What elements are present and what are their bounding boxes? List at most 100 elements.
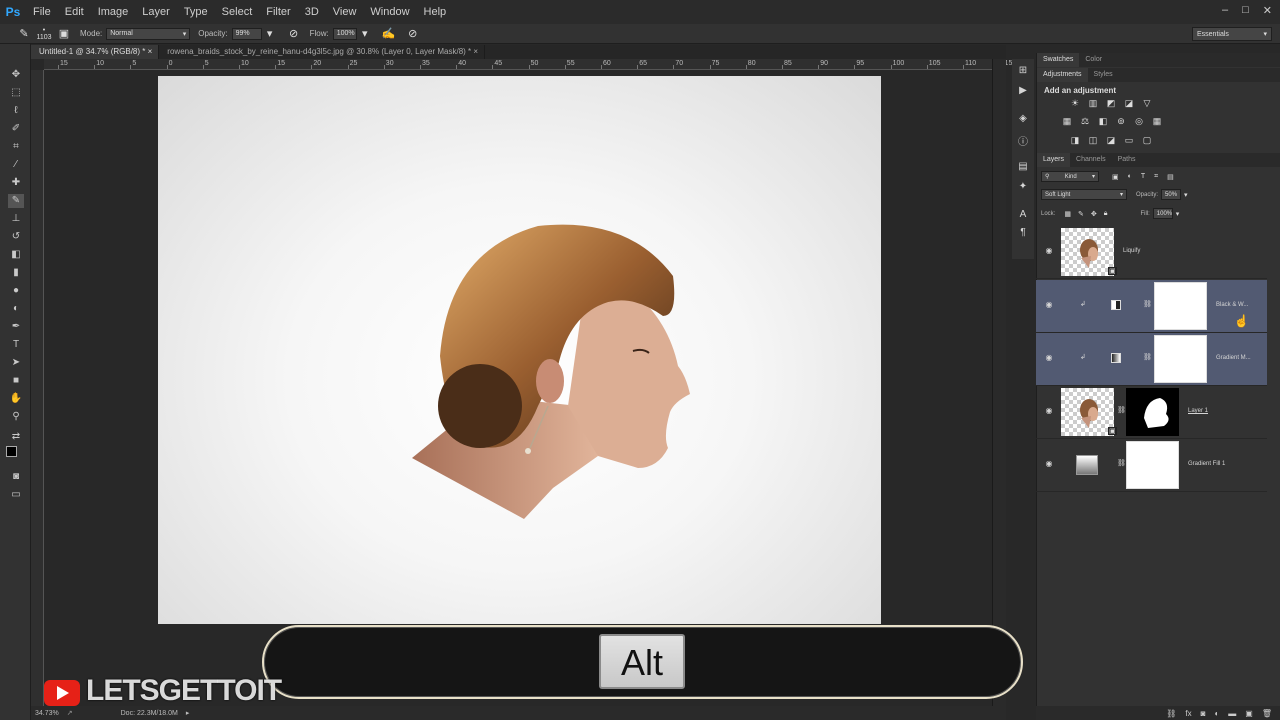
- lock-transparency-icon[interactable]: ▦: [1064, 210, 1071, 218]
- maximize-button[interactable]: □: [1242, 4, 1249, 16]
- close-tab-icon[interactable]: ×: [148, 47, 153, 56]
- gradient-map-adjustment-icon[interactable]: [1111, 353, 1121, 363]
- filter-pixel-icon[interactable]: ▣: [1112, 173, 1119, 181]
- zoom-tool-icon[interactable]: ⚲: [8, 410, 24, 424]
- filter-smart-icon[interactable]: ▤: [1167, 173, 1174, 181]
- close-tab-icon[interactable]: ×: [473, 47, 478, 56]
- history-brush-tool-icon[interactable]: ↺: [8, 230, 24, 244]
- photo-filter-icon[interactable]: ⊚: [1115, 116, 1127, 127]
- filter-type-icon[interactable]: T: [1141, 173, 1145, 180]
- curves-icon[interactable]: ◩: [1105, 98, 1117, 109]
- layer-mask-thumbnail[interactable]: [1154, 335, 1207, 383]
- pressure-opacity-icon[interactable]: ⊘: [286, 27, 302, 41]
- menu-edit[interactable]: Edit: [58, 0, 91, 24]
- layer-thumbnail[interactable]: [1061, 388, 1114, 436]
- posterize-icon[interactable]: ◫: [1087, 135, 1099, 146]
- new-adjustment-icon[interactable]: ◐: [1214, 709, 1219, 718]
- tab-paths[interactable]: Paths: [1112, 153, 1142, 167]
- new-layer-icon[interactable]: ▣: [1245, 709, 1253, 718]
- exposure-icon[interactable]: ◪: [1123, 98, 1135, 109]
- lock-position-icon[interactable]: ✥: [1091, 210, 1097, 218]
- marquee-tool-icon[interactable]: ⬚: [8, 86, 24, 100]
- layer-thumbnail[interactable]: [1061, 228, 1114, 276]
- gradient-map-icon[interactable]: ▭: [1123, 135, 1135, 146]
- layer-row-liquify[interactable]: ◉ ▣ Liquify: [1036, 226, 1267, 279]
- hue-saturation-icon[interactable]: ▦: [1061, 116, 1073, 127]
- menu-layer[interactable]: Layer: [135, 0, 177, 24]
- brush-size-picker[interactable]: • 1103: [32, 27, 56, 41]
- layer-row-layer-1[interactable]: ◉ ▣ ⛓ Layer 1: [1036, 386, 1267, 439]
- lock-image-icon[interactable]: ✎: [1078, 210, 1084, 218]
- brush-presets-icon[interactable]: ▤: [1016, 161, 1030, 173]
- healing-brush-tool-icon[interactable]: ✚: [8, 176, 24, 190]
- menu-view[interactable]: View: [326, 0, 364, 24]
- layer-name[interactable]: Liquify: [1123, 248, 1140, 254]
- document-canvas[interactable]: [158, 76, 881, 624]
- layer-mask-thumbnail[interactable]: [1126, 388, 1179, 436]
- link-layers-icon[interactable]: ⛓: [1166, 709, 1176, 718]
- visibility-eye-icon[interactable]: ◉: [1044, 300, 1054, 310]
- blend-mode-select[interactable]: Soft Light ▾: [1041, 189, 1127, 200]
- layer-name[interactable]: Black & W...: [1216, 302, 1248, 308]
- fill-dropdown-icon[interactable]: ▾: [1176, 210, 1180, 218]
- blur-tool-icon[interactable]: ●: [8, 284, 24, 298]
- vibrance-icon[interactable]: ▽: [1141, 98, 1153, 109]
- selective-color-icon[interactable]: ▢: [1141, 135, 1153, 146]
- hand-tool-icon[interactable]: ✋: [8, 392, 24, 406]
- layer-mask-thumbnail[interactable]: [1126, 441, 1179, 489]
- pressure-size-icon[interactable]: ⊘: [405, 27, 421, 41]
- layer-name[interactable]: Gradient Fill 1: [1188, 461, 1225, 467]
- flow-field[interactable]: 100%: [332, 27, 357, 40]
- quick-select-tool-icon[interactable]: ✐: [8, 122, 24, 136]
- channel-mixer-icon[interactable]: ◎: [1133, 116, 1145, 127]
- tab-rowena-braids[interactable]: rowena_braids_stock_by_reine_hanu-d4g3l5…: [159, 45, 486, 59]
- character-panel-icon[interactable]: A: [1016, 209, 1030, 221]
- layer-name[interactable]: Gradient M...: [1216, 355, 1251, 361]
- eyedropper-tool-icon[interactable]: ⁄: [8, 158, 24, 172]
- default-colors-icon[interactable]: ⇄: [8, 430, 24, 444]
- fill-field[interactable]: 100%: [1152, 208, 1173, 219]
- move-tool-icon[interactable]: ✥: [8, 68, 24, 82]
- shape-tool-icon[interactable]: ■: [8, 374, 24, 388]
- brush-tool-icon[interactable]: ✎: [16, 27, 32, 41]
- pen-tool-icon[interactable]: ✒: [8, 320, 24, 334]
- add-mask-icon[interactable]: ◙: [1201, 709, 1206, 718]
- levels-icon[interactable]: ▥: [1087, 98, 1099, 109]
- layer-opacity-field[interactable]: 50%: [1161, 189, 1182, 200]
- vertical-scrollbar[interactable]: [992, 59, 1006, 706]
- layer-row-black-white[interactable]: ◉ ↲ ⛓ Black & W... ☝: [1036, 280, 1267, 333]
- status-menu-icon[interactable]: ▸: [186, 709, 190, 717]
- mask-link-icon[interactable]: ⛓: [1143, 353, 1152, 361]
- tab-adjustments[interactable]: Adjustments: [1037, 68, 1088, 82]
- tool-presets-icon[interactable]: ✦: [1016, 181, 1030, 193]
- mask-link-icon[interactable]: ⛓: [1117, 406, 1126, 414]
- black-white-adjustment-icon[interactable]: [1111, 300, 1121, 310]
- tab-channels[interactable]: Channels: [1070, 153, 1112, 167]
- foreground-color-swatch[interactable]: [6, 446, 17, 457]
- menu-file[interactable]: File: [26, 0, 58, 24]
- menu-3d[interactable]: 3D: [298, 0, 326, 24]
- layer-name[interactable]: Layer 1: [1188, 408, 1208, 414]
- properties-panel-icon[interactable]: ◈: [1016, 113, 1030, 125]
- brush-tool-icon[interactable]: ✎: [8, 194, 24, 208]
- mask-link-icon[interactable]: ⛓: [1117, 459, 1126, 467]
- layer-row-gradient-map[interactable]: ◉ ↲ ⛓ Gradient M...: [1036, 333, 1267, 386]
- visibility-eye-icon[interactable]: ◉: [1044, 246, 1054, 256]
- filter-shape-icon[interactable]: ⌗: [1154, 173, 1158, 181]
- share-icon[interactable]: ↗: [67, 709, 73, 717]
- mask-link-icon[interactable]: ⛓: [1143, 300, 1152, 308]
- menu-filter[interactable]: Filter: [259, 0, 297, 24]
- fx-icon[interactable]: fx: [1185, 709, 1191, 718]
- quick-mask-icon[interactable]: ◙: [8, 470, 24, 484]
- opacity-dropdown-icon[interactable]: ▾: [1184, 191, 1188, 199]
- menu-type[interactable]: Type: [177, 0, 215, 24]
- delete-layer-icon[interactable]: 🗑︎: [1262, 709, 1272, 718]
- lock-all-icon[interactable]: 🔒︎: [1104, 210, 1108, 218]
- eraser-tool-icon[interactable]: ◧: [8, 248, 24, 262]
- lasso-tool-icon[interactable]: ℓ: [8, 104, 24, 118]
- filter-kind-select[interactable]: ⚲ Kind ▾: [1041, 171, 1099, 182]
- tab-styles[interactable]: Styles: [1088, 68, 1119, 82]
- mode-select[interactable]: Normal ▾: [106, 27, 191, 40]
- minimize-button[interactable]: –: [1222, 4, 1228, 16]
- color-balance-icon[interactable]: ⚖: [1079, 116, 1091, 127]
